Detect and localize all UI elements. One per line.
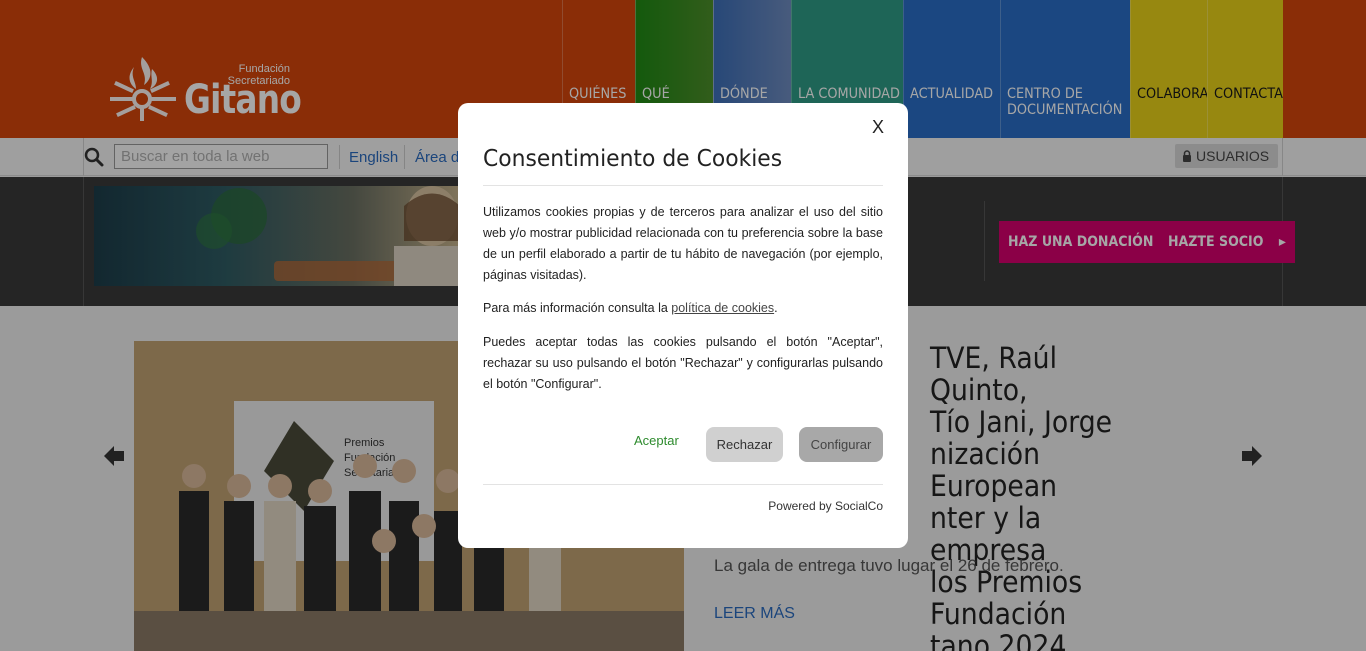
close-button[interactable]: X	[872, 117, 884, 138]
cookie-policy-link[interactable]: política de cookies	[671, 301, 774, 315]
divider	[483, 185, 883, 186]
reject-button[interactable]: Rechazar	[706, 427, 783, 462]
modal-title: Consentimiento de Cookies	[483, 146, 783, 172]
divider	[483, 484, 883, 485]
powered-by-text: Powered by SocialCo	[768, 499, 883, 513]
configure-button[interactable]: Configurar	[799, 427, 883, 462]
cookie-policy-text: Para más información consulta la polític…	[483, 301, 778, 315]
cookie-instructions: Puedes aceptar todas las cookies pulsand…	[483, 335, 883, 391]
accept-button[interactable]: Aceptar	[634, 433, 679, 448]
cookie-consent-modal: X Consentimiento de Cookies Utilizamos c…	[458, 103, 908, 548]
cookie-description: Utilizamos cookies propias y de terceros…	[483, 205, 883, 282]
